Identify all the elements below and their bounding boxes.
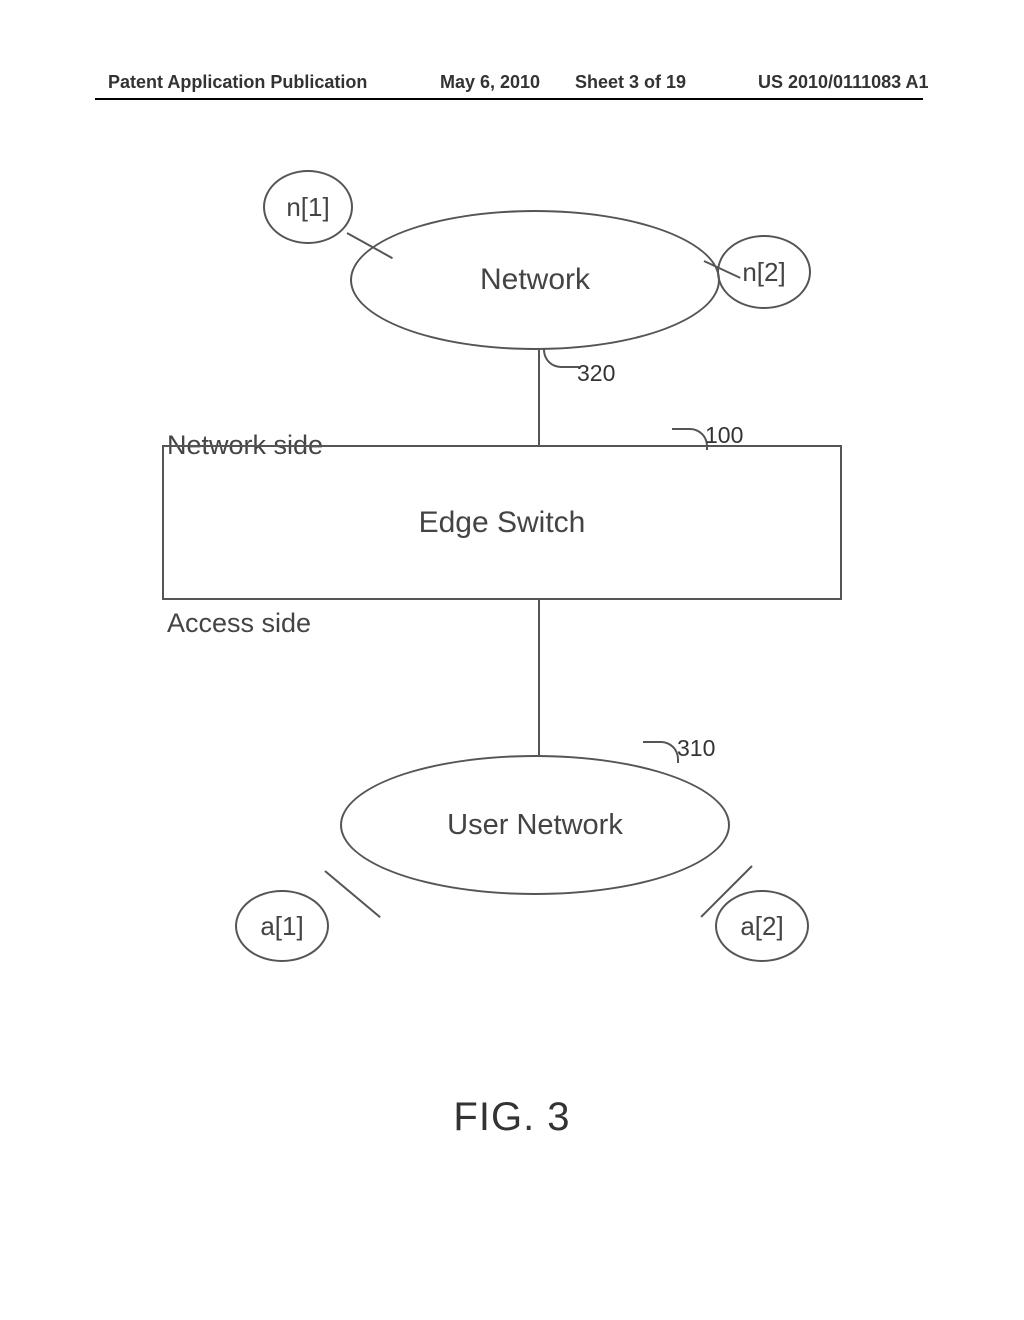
header-sheet: Sheet 3 of 19: [575, 72, 686, 93]
reference-310: 310: [677, 735, 715, 762]
access-side-label: Access side: [167, 608, 311, 639]
leader-320: [543, 348, 579, 368]
figure-diagram: n[1] Network n[2] 320 Network side 100 E…: [100, 170, 924, 1070]
reference-320: 320: [577, 360, 615, 387]
node-n2: n[2]: [717, 235, 811, 309]
header-publication-type: Patent Application Publication: [108, 72, 367, 93]
figure-caption: FIG. 3: [0, 1095, 1024, 1140]
header-publication-number: US 2010/0111083 A1: [758, 72, 928, 93]
connector-network-switch: [538, 350, 540, 445]
edge-switch-box: Edge Switch: [162, 445, 842, 600]
node-n1: n[1]: [263, 170, 353, 244]
header-date: May 6, 2010: [440, 72, 540, 93]
connector-a1: [324, 870, 380, 918]
header-rule: [95, 98, 923, 100]
node-a1: a[1]: [235, 890, 329, 962]
user-network-ellipse: User Network: [340, 755, 730, 895]
connector-switch-user: [538, 600, 540, 755]
network-ellipse: Network: [350, 210, 720, 350]
node-a2: a[2]: [715, 890, 809, 962]
leader-310: [643, 741, 679, 763]
